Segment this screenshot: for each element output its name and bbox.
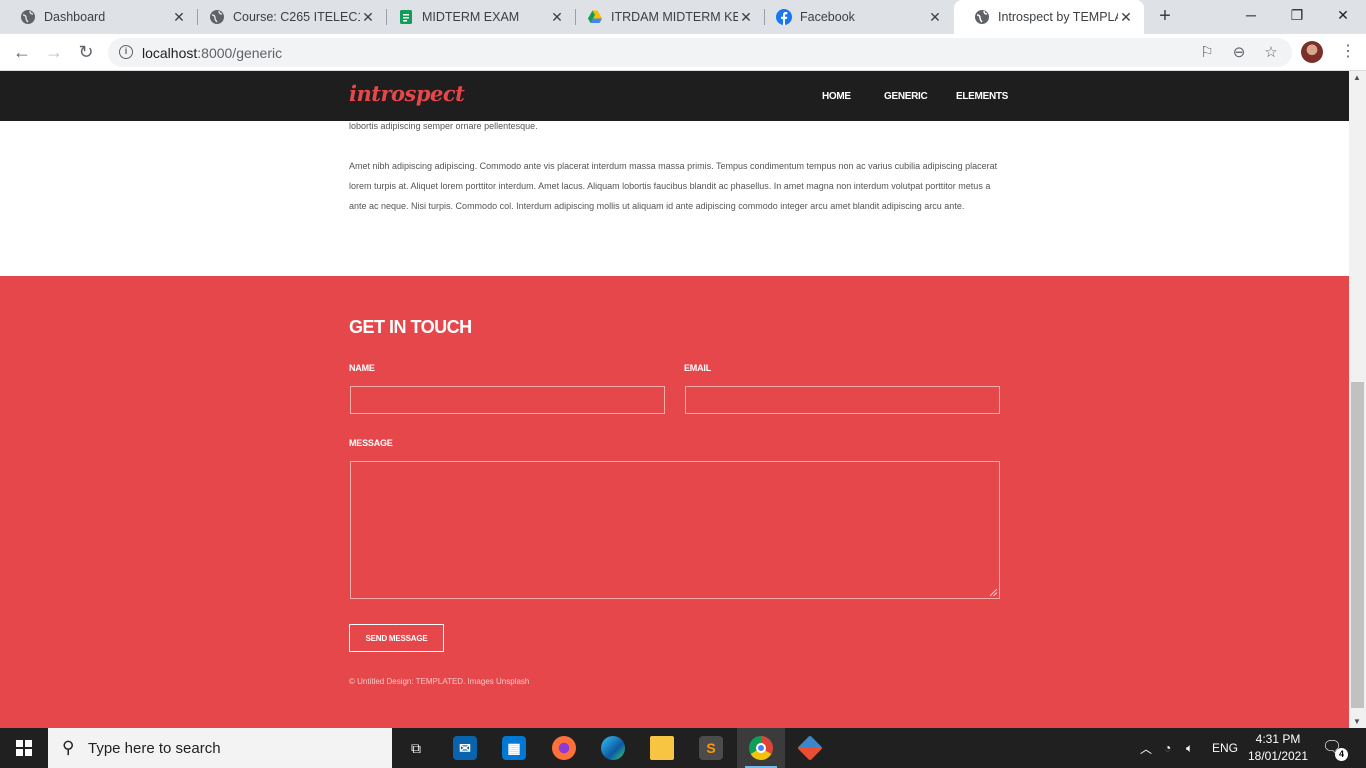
close-tab-icon[interactable]: ✕	[360, 9, 376, 26]
system-clock[interactable]: 4:31 PM 18/01/2021	[1243, 731, 1313, 765]
message-label: MESSAGE	[349, 438, 393, 448]
bookmark-star-icon[interactable]: ☆	[1261, 43, 1281, 63]
url-path: :8000/generic	[197, 45, 283, 61]
firefox-icon[interactable]	[540, 728, 588, 768]
tab-title: Dashboard	[44, 10, 106, 24]
wifi-icon[interactable]: ◔	[1164, 728, 1171, 768]
edge-icon[interactable]	[589, 728, 637, 768]
tab-itrdam-key[interactable]: ITRDAM MIDTERM KEY ✕	[567, 0, 764, 34]
chrome-icon[interactable]	[737, 728, 785, 768]
file-explorer-icon[interactable]	[638, 728, 686, 768]
task-view-icon[interactable]: ⧉	[392, 728, 440, 768]
close-tab-icon[interactable]: ✕	[549, 9, 565, 26]
mail-icon[interactable]: ✉	[441, 728, 489, 768]
tab-title: MIDTERM EXAM	[422, 10, 520, 24]
close-tab-icon[interactable]: ✕	[171, 9, 187, 26]
url-text[interactable]: localhost:8000/generic	[142, 45, 282, 61]
close-tab-icon[interactable]: ✕	[927, 9, 943, 26]
tab-dashboard[interactable]: Dashboard ✕	[0, 0, 197, 34]
site-info-icon[interactable]: i	[119, 45, 133, 59]
menu-icon[interactable]: ⋮	[1340, 41, 1356, 63]
tab-facebook[interactable]: Facebook ✕	[756, 0, 953, 34]
search-icon: ⚲	[62, 738, 75, 757]
close-window-icon[interactable]: ✕	[1320, 0, 1366, 30]
tab-title: Facebook	[800, 10, 855, 24]
page-scrollbar[interactable]: ▲ ▼	[1349, 71, 1366, 728]
site-header: introspect HOME GENERIC ELEMENTS	[0, 71, 1349, 121]
sublime-text-icon[interactable]: S	[687, 728, 735, 768]
address-bar[interactable]: i localhost:8000/generic ⚐ ⊖ ☆	[108, 38, 1292, 67]
contact-footer: GET IN TOUCH NAME EMAIL MESSAGE SEND MES…	[0, 276, 1349, 728]
clock-date: 18/01/2021	[1247, 749, 1309, 763]
browser-toolbar: ← → ↻ i localhost:8000/generic ⚐ ⊖ ☆ ⋮	[0, 34, 1366, 71]
restore-icon[interactable]: ❐	[1274, 0, 1320, 30]
start-button[interactable]	[0, 728, 48, 768]
tab-course[interactable]: Course: C265 ITELEC10 ✕	[189, 0, 386, 34]
taskbar-search[interactable]: ⚲ Type here to search	[48, 728, 392, 768]
google-forms-icon	[398, 9, 414, 25]
name-field[interactable]	[350, 386, 665, 414]
name-label: NAME	[349, 363, 375, 373]
site-logo[interactable]: introspect	[349, 81, 465, 106]
tab-title: Introspect by TEMPLATED	[998, 10, 1118, 24]
nav-home[interactable]: HOME	[822, 91, 851, 102]
resize-handle-icon[interactable]	[990, 589, 997, 596]
message-field[interactable]	[350, 461, 1000, 599]
close-tab-icon[interactable]: ✕	[1118, 9, 1134, 26]
reload-icon[interactable]: ↻	[74, 40, 98, 64]
notification-icon[interactable]: 🗨︎ 4	[1322, 737, 1348, 761]
language-indicator[interactable]: ENG	[1212, 728, 1238, 768]
email-field[interactable]	[685, 386, 1000, 414]
page-viewport: introspect HOME GENERIC ELEMENTS loborti…	[0, 71, 1349, 728]
volume-icon[interactable]: 🔈︎	[1186, 728, 1193, 768]
url-host: localhost	[142, 45, 198, 61]
close-tab-icon[interactable]: ✕	[738, 9, 754, 26]
forward-icon[interactable]: →	[42, 40, 66, 64]
globe-icon	[209, 9, 225, 25]
windows-taskbar: ⚲ Type here to search ⧉ ✉ ▦ S ︿ ◔ 🔈︎ ENG…	[0, 728, 1366, 768]
clock-time: 4:31 PM	[1255, 732, 1301, 746]
send-message-button[interactable]: SEND MESSAGE	[349, 624, 444, 652]
profile-avatar[interactable]	[1301, 41, 1323, 63]
minimize-icon[interactable]: ─	[1228, 0, 1274, 30]
show-hidden-icons-icon[interactable]: ︿	[1140, 728, 1152, 768]
nav-generic[interactable]: GENERIC	[884, 91, 928, 102]
translate-icon[interactable]: ⚐	[1197, 43, 1217, 63]
copyright-text: © Untitled Design: TEMPLATED. Images Uns…	[349, 677, 530, 686]
globe-icon	[974, 9, 990, 25]
facebook-icon	[776, 9, 792, 25]
tab-title: ITRDAM MIDTERM KEY	[611, 10, 738, 24]
windows-logo-icon	[16, 740, 32, 756]
globe-icon	[20, 9, 36, 25]
scrollbar-thumb[interactable]	[1351, 382, 1364, 708]
search-placeholder: Type here to search	[88, 740, 221, 757]
google-drive-icon	[587, 9, 603, 25]
contact-heading: GET IN TOUCH	[349, 317, 472, 337]
page-content: lobortis adipiscing semper ornare pellen…	[349, 121, 999, 216]
scroll-down-icon[interactable]: ▼	[1353, 717, 1361, 726]
nav-elements[interactable]: ELEMENTS	[956, 91, 1008, 102]
zoom-icon[interactable]: ⊖	[1229, 43, 1249, 63]
notification-count: 4	[1335, 748, 1348, 761]
tab-title: Course: C265 ITELEC10	[233, 10, 360, 24]
git-icon[interactable]	[786, 728, 834, 768]
paragraph: Amet nibh adipiscing adipiscing. Commodo…	[349, 161, 998, 211]
scroll-up-icon[interactable]: ▲	[1353, 73, 1361, 82]
tab-introspect[interactable]: Introspect by TEMPLATED ✕	[954, 0, 1144, 34]
email-label: EMAIL	[684, 363, 711, 373]
store-icon[interactable]: ▦	[490, 728, 538, 768]
browser-tab-strip: Dashboard ✕ Course: C265 ITELEC10 ✕ MIDT…	[0, 0, 1366, 34]
back-icon[interactable]: ←	[10, 40, 34, 64]
new-tab-button[interactable]: +	[1154, 5, 1176, 27]
tab-midterm-exam[interactable]: MIDTERM EXAM ✕	[378, 0, 575, 34]
